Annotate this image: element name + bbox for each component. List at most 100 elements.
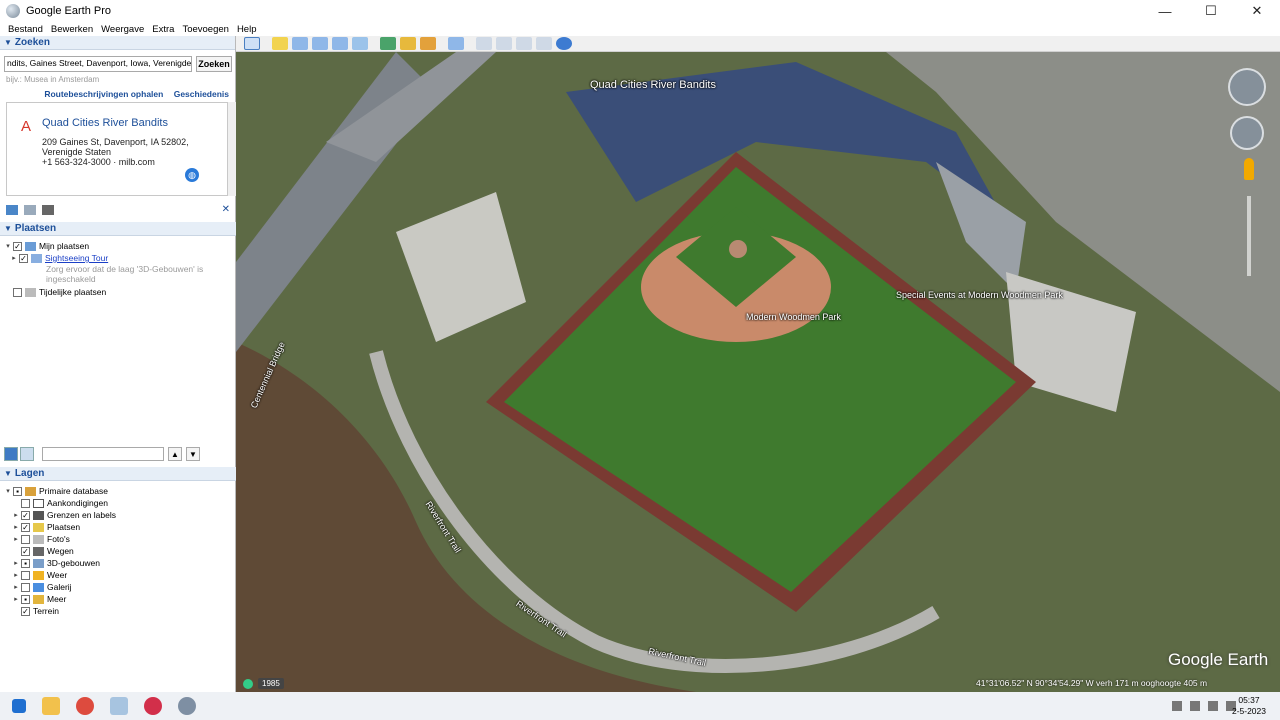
historical-imagery-icon[interactable] — [243, 679, 253, 689]
sidebar-toggle-icon[interactable] — [244, 37, 260, 50]
zoom-slider[interactable] — [1247, 196, 1251, 276]
windows-start-icon[interactable] — [12, 699, 26, 713]
checkbox[interactable] — [21, 570, 30, 580]
search-result[interactable]: A Quad Cities River Bandits 209 Gaines S… — [6, 102, 228, 196]
maximize-button[interactable]: ☐ — [1188, 0, 1234, 22]
map-view-icon[interactable] — [536, 37, 552, 50]
layer-primary-database[interactable]: ▾ ▪ Primaire database — [4, 485, 108, 497]
checkbox[interactable]: ▪ — [21, 594, 30, 604]
expand-icon[interactable]: ▸ — [12, 535, 20, 543]
checkbox[interactable]: ✓ — [21, 522, 30, 532]
result-scrollbar[interactable] — [228, 102, 236, 196]
places-search-input[interactable] — [42, 447, 164, 461]
path-icon[interactable] — [312, 37, 328, 50]
layer-3d-buildings[interactable]: ▸ ▪ 3D-gebouwen — [12, 557, 100, 569]
checkbox[interactable]: ✓ — [21, 606, 30, 616]
checkbox[interactable]: ✓ — [21, 510, 30, 520]
file-explorer-icon[interactable] — [42, 697, 60, 715]
places-search-icon[interactable] — [4, 447, 18, 461]
checkbox[interactable]: ✓ — [19, 253, 28, 263]
expand-icon[interactable]: ▾ — [4, 487, 12, 495]
checkbox[interactable] — [21, 582, 30, 592]
layer-borders[interactable]: ▸ ✓ Grenzen en labels — [12, 509, 116, 521]
look-compass-control[interactable] — [1228, 68, 1266, 106]
close-icon[interactable]: ✕ — [222, 204, 230, 215]
expand-icon[interactable]: ▸ — [10, 254, 18, 262]
expand-icon[interactable]: ▸ — [12, 595, 20, 603]
checkbox[interactable]: ✓ — [21, 546, 30, 556]
directions-link[interactable]: Routebeschrijvingen ophalen — [44, 89, 163, 99]
folder-add-icon[interactable] — [6, 205, 18, 215]
layer-gallery[interactable]: ▸ Galerij — [12, 581, 71, 593]
system-clock[interactable]: 05:37 2-5-2023 — [1232, 695, 1266, 717]
history-link[interactable]: Geschiedenis — [174, 89, 229, 99]
sunlight-icon[interactable] — [400, 37, 416, 50]
arrow-up-icon[interactable]: ▲ — [168, 447, 182, 461]
layer-terrain[interactable]: ✓ Terrein — [12, 605, 59, 617]
expand-icon[interactable]: ▸ — [12, 523, 20, 531]
expand-icon[interactable]: ▸ — [12, 559, 20, 567]
tree-my-places[interactable]: ▾ ✓ Mijn plaatsen — [4, 240, 89, 252]
checkbox[interactable]: ▪ — [21, 558, 30, 568]
print-icon[interactable] — [496, 37, 512, 50]
layer-roads[interactable]: ✓ Wegen — [12, 545, 74, 557]
events-label[interactable]: Special Events at Modern Woodmen Park — [896, 290, 1063, 300]
layer-announcements[interactable]: Aankondigingen — [12, 497, 108, 509]
menu-weergave[interactable]: Weergave — [97, 24, 148, 35]
close-button[interactable]: ✕ — [1234, 0, 1280, 22]
menu-extra[interactable]: Extra — [148, 24, 178, 35]
layer-more[interactable]: ▸ ▪ Meer — [12, 593, 66, 605]
minimize-button[interactable]: — — [1142, 0, 1188, 22]
move-joystick-control[interactable] — [1230, 116, 1264, 150]
print-icon[interactable] — [42, 205, 54, 215]
chrome-icon[interactable] — [76, 697, 94, 715]
planets-icon[interactable] — [420, 37, 436, 50]
checkbox[interactable]: ▪ — [13, 486, 22, 496]
google-earth-taskbar-icon[interactable] — [178, 697, 196, 715]
expand-icon[interactable]: ▸ — [12, 583, 20, 591]
menu-help[interactable]: Help — [233, 24, 261, 35]
wifi-icon[interactable] — [1208, 701, 1218, 711]
layer-weather[interactable]: ▸ Weer — [12, 569, 67, 581]
menu-bewerken[interactable]: Bewerken — [47, 24, 97, 35]
checkbox[interactable]: ✓ — [13, 241, 22, 251]
street-view-pegman-icon[interactable] — [1244, 158, 1254, 180]
historical-imagery-icon[interactable] — [380, 37, 396, 50]
tour-icon[interactable] — [352, 37, 368, 50]
park-label[interactable]: Modern Woodmen Park — [746, 312, 841, 322]
places-section-header[interactable]: ▼ Plaatsen — [0, 222, 236, 236]
snipping-tool-icon[interactable] — [110, 697, 128, 715]
layer-places[interactable]: ▸ ✓ Plaatsen — [12, 521, 80, 533]
expand-icon[interactable]: ▸ — [12, 511, 20, 519]
globe-icon[interactable]: ◍ — [185, 168, 199, 182]
stadium-label[interactable]: Quad Cities River Bandits — [590, 79, 716, 91]
search-input[interactable]: ndits, Gaines Street, Davenport, Iowa, V… — [4, 56, 192, 72]
menu-bestand[interactable]: Bestand — [4, 24, 47, 35]
layers-section-header[interactable]: ▼ Lagen — [0, 467, 236, 481]
search-section-header[interactable]: ▼ Zoeken — [0, 36, 235, 50]
polygon-icon[interactable] — [292, 37, 308, 50]
google-maps-icon[interactable] — [556, 37, 572, 50]
battery-icon[interactable] — [1190, 701, 1200, 711]
email-icon[interactable] — [476, 37, 492, 50]
search-button[interactable]: Zoeken — [196, 56, 232, 72]
panel-toggle-icon[interactable] — [20, 447, 34, 461]
checkbox[interactable] — [21, 498, 30, 508]
placemark-icon[interactable] — [272, 37, 288, 50]
menu-toevoegen[interactable]: Toevoegen — [178, 24, 232, 35]
copy-icon[interactable] — [24, 205, 36, 215]
checkbox[interactable] — [13, 287, 22, 297]
expand-icon[interactable]: ▾ — [4, 242, 12, 250]
expand-icon[interactable]: ▸ — [12, 571, 20, 579]
arrow-down-icon[interactable]: ▼ — [186, 447, 200, 461]
result-title[interactable]: Quad Cities River Bandits — [42, 117, 168, 129]
save-image-icon[interactable] — [516, 37, 532, 50]
media-app-icon[interactable] — [144, 697, 162, 715]
chevron-up-icon[interactable] — [1172, 701, 1182, 711]
checkbox[interactable] — [21, 534, 30, 544]
map-view[interactable]: Quad Cities River Bandits Modern Woodmen… — [236, 52, 1280, 692]
overlay-icon[interactable] — [332, 37, 348, 50]
layer-photos[interactable]: ▸ Foto's — [12, 533, 70, 545]
ruler-icon[interactable] — [448, 37, 464, 50]
tree-temp-places[interactable]: Tijdelijke plaatsen — [4, 286, 106, 298]
